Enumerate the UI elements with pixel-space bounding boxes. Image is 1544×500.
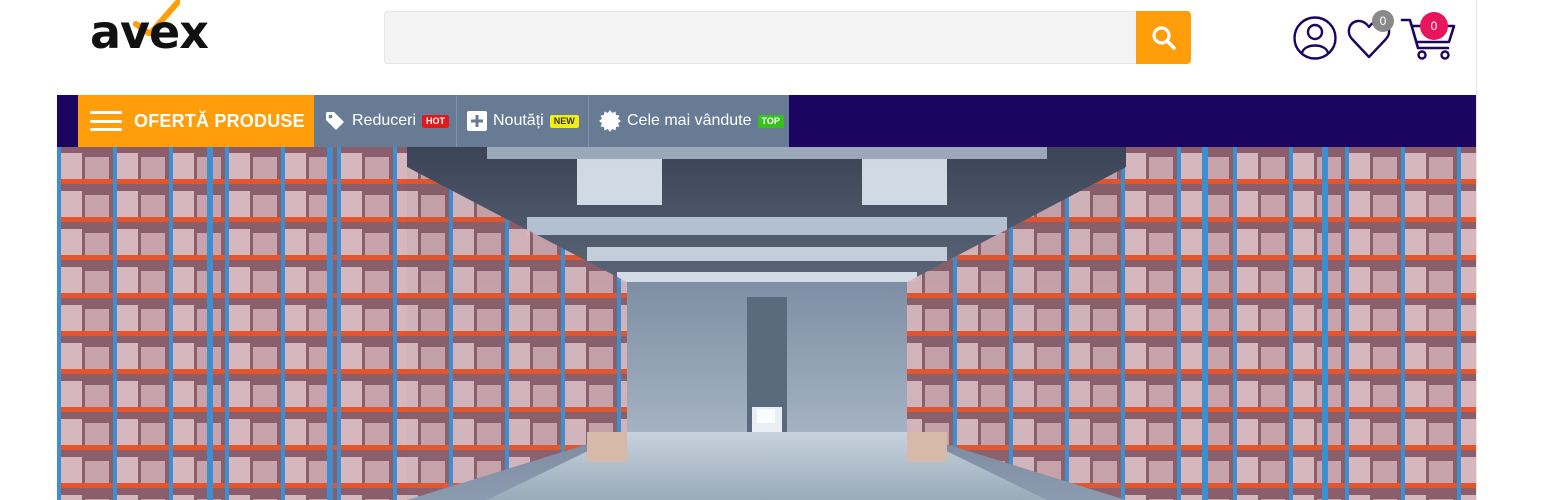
- main-nav: OFERTĂ PRODUSE Reduceri HOT Noutăți NEW …: [57, 95, 1476, 147]
- top-tag: TOP: [757, 114, 784, 128]
- hot-tag: HOT: [422, 114, 450, 128]
- search-input[interactable]: [384, 11, 1136, 64]
- search-button[interactable]: [1136, 11, 1191, 64]
- hamburger-icon: [90, 111, 122, 131]
- warehouse-banner-image: [57, 147, 1476, 500]
- cart-count-badge: 0: [1420, 12, 1448, 40]
- user-icon[interactable]: [1292, 15, 1338, 61]
- badge-star-icon: [599, 110, 621, 132]
- nav-item-new-arrivals[interactable]: Noutăți NEW: [456, 95, 588, 147]
- hero-banner[interactable]: [57, 147, 1476, 500]
- plus-square-icon: [467, 111, 487, 131]
- wishlist-count-badge: 0: [1372, 10, 1394, 32]
- search-bar: [384, 11, 1191, 64]
- product-offer-menu-button[interactable]: OFERTĂ PRODUSE: [78, 95, 314, 147]
- nav-item-label: Noutăți: [493, 112, 544, 129]
- cart-button[interactable]: 0: [1400, 10, 1460, 64]
- wishlist-button[interactable]: 0: [1346, 10, 1396, 62]
- search-icon: [1151, 25, 1176, 50]
- page: avex 0 0 OFERTĂ PRODUSE Reduceri HOT Nou…: [0, 0, 1544, 500]
- page-edge-divider: [1476, 0, 1477, 500]
- logo-text: avex: [90, 5, 209, 59]
- nav-item-best-sellers[interactable]: Cele mai vândute TOP: [588, 95, 789, 147]
- site-logo[interactable]: avex: [90, 0, 240, 60]
- nav-item-discounts[interactable]: Reduceri HOT: [314, 95, 456, 147]
- new-tag: NEW: [549, 114, 579, 128]
- nav-item-label: Reduceri: [352, 112, 417, 129]
- tag-icon: [326, 112, 344, 130]
- product-offer-label: OFERTĂ PRODUSE: [134, 110, 305, 131]
- nav-item-label: Cele mai vândute: [627, 112, 752, 129]
